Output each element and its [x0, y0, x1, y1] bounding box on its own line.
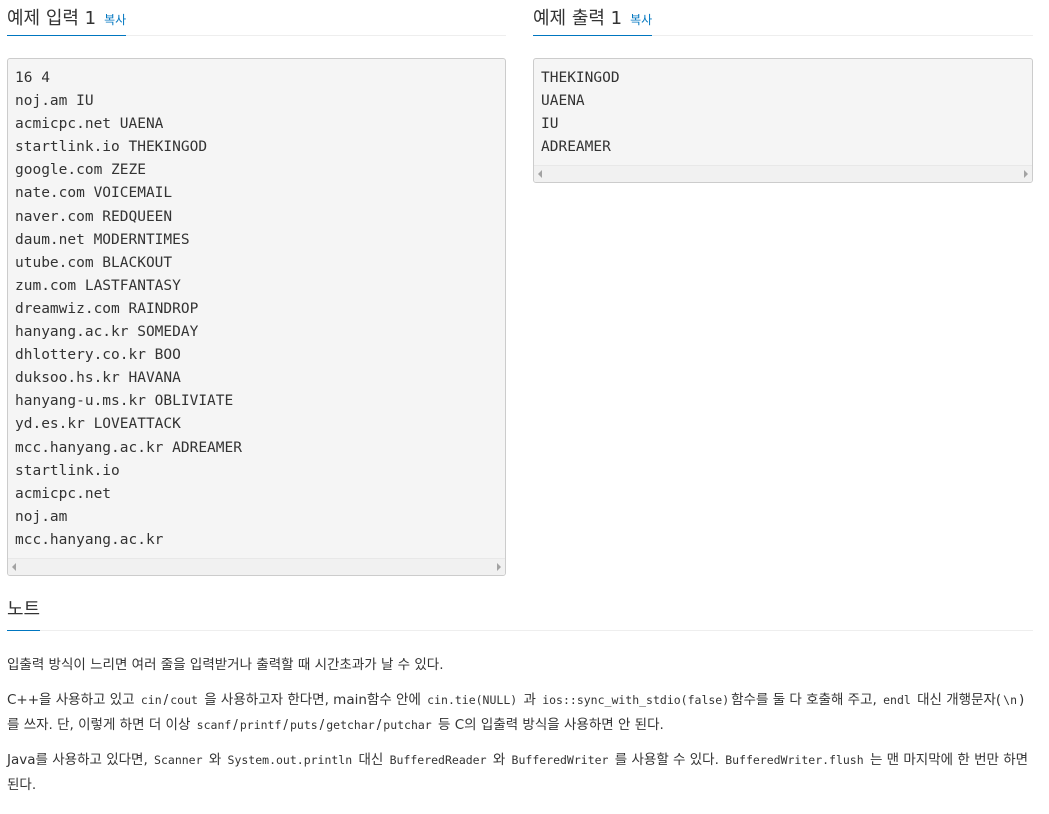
note-text: 와 — [492, 752, 506, 768]
sample-input-box: 16 4 noj.am IU acmicpc.net UAENA startli… — [7, 58, 506, 576]
horizontal-scrollbar[interactable] — [8, 557, 505, 575]
code-getchar: getchar — [326, 718, 375, 732]
sample-output-title: 예제 출력 1 — [533, 8, 623, 29]
code-println: System.out.println — [227, 753, 353, 767]
scroll-left-arrow-icon[interactable] — [538, 170, 542, 179]
note-title: 노트 — [7, 591, 41, 631]
note-text: 와 — [208, 752, 222, 768]
code-flush: BufferedWriter.flush — [725, 753, 864, 767]
note-paragraph-1: 입출력 방식이 느리면 여러 줄을 입력받거나 출력할 때 시간초과가 날 수 … — [7, 657, 444, 673]
sample-output-headline: 예제 출력 1 복사 — [533, 0, 653, 36]
note-text: / — [163, 692, 169, 708]
code-scanner: Scanner — [154, 753, 203, 767]
scroll-right-arrow-icon[interactable] — [1024, 170, 1028, 179]
code-cin: cin — [140, 693, 162, 707]
note-text: 를 사용할 수 있다. — [614, 752, 719, 768]
note-body: 입출력 방식이 느리면 여러 줄을 입력받거나 출력할 때 시간초과가 날 수 … — [7, 653, 1033, 798]
sample-output-panel: 예제 출력 1 복사 THEKINGOD UAENA IU ADREAMER — [533, 0, 1033, 184]
code-newline: \n — [1003, 693, 1018, 707]
code-cout: cout — [170, 693, 198, 707]
note-text: / — [376, 717, 382, 733]
note-text: Java를 사용하고 있다면, — [7, 752, 148, 768]
code-printf: printf — [239, 718, 282, 732]
note-paragraph-2: C++을 사용하고 있고 cin / cout 을 사용하고자 한다면, main함… — [7, 688, 1033, 738]
copy-output-button[interactable]: 복사 — [630, 11, 652, 28]
note-text: 과 — [523, 692, 536, 708]
note-text: / — [319, 717, 325, 733]
note-header: 노트 — [7, 591, 1033, 631]
note-section: 노트 입출력 방식이 느리면 여러 줄을 입력받거나 출력할 때 시간초과가 날… — [7, 591, 1033, 798]
sample-input-title: 예제 입력 1 — [7, 8, 97, 29]
note-text: / — [233, 717, 238, 733]
code-cin-tie: cin.tie(NULL) — [427, 693, 518, 707]
code-sync-with-stdio: ios::sync_with_stdio(false) — [542, 693, 730, 707]
note-text: 대신 — [358, 752, 384, 768]
note-text: 함수를 둘 다 호출해 주고, — [731, 692, 877, 708]
note-text: 을 사용하고자 한다면, main함수 안에 — [204, 692, 421, 708]
sample-input-text: 16 4 noj.am IU acmicpc.net UAENA startli… — [15, 70, 242, 548]
sample-input-panel: 예제 입력 1 복사 16 4 noj.am IU acmicpc.net UA… — [7, 0, 506, 576]
scroll-right-arrow-icon[interactable] — [497, 562, 501, 571]
code-endl: endl — [883, 693, 911, 707]
code-scanf: scanf — [196, 718, 232, 732]
sample-output-box: THEKINGOD UAENA IU ADREAMER — [533, 58, 1033, 184]
horizontal-scrollbar[interactable] — [534, 165, 1032, 183]
sample-output-header: 예제 출력 1 복사 — [533, 0, 1033, 36]
code-bufferedwriter: BufferedWriter — [511, 753, 609, 767]
code-putchar: putchar — [383, 718, 432, 732]
note-paragraph-3: Java를 사용하고 있다면, Scanner 와 System.out.pri… — [7, 748, 1033, 798]
note-text: 등 C의 입출력 방식을 사용하면 안 된다. — [438, 717, 664, 733]
sample-input-headline: 예제 입력 1 복사 — [7, 0, 127, 36]
note-text: 대신 개행문자( — [917, 692, 1002, 708]
note-text: C++을 사용하고 있고 — [7, 692, 135, 708]
sample-input-header: 예제 입력 1 복사 — [7, 0, 506, 36]
copy-input-button[interactable]: 복사 — [104, 11, 126, 28]
note-text: / — [283, 717, 288, 733]
sample-output-text: THEKINGOD UAENA IU ADREAMER — [541, 70, 620, 156]
code-puts: puts — [289, 718, 318, 732]
code-bufferedreader: BufferedReader — [389, 753, 487, 767]
scroll-left-arrow-icon[interactable] — [12, 562, 16, 571]
